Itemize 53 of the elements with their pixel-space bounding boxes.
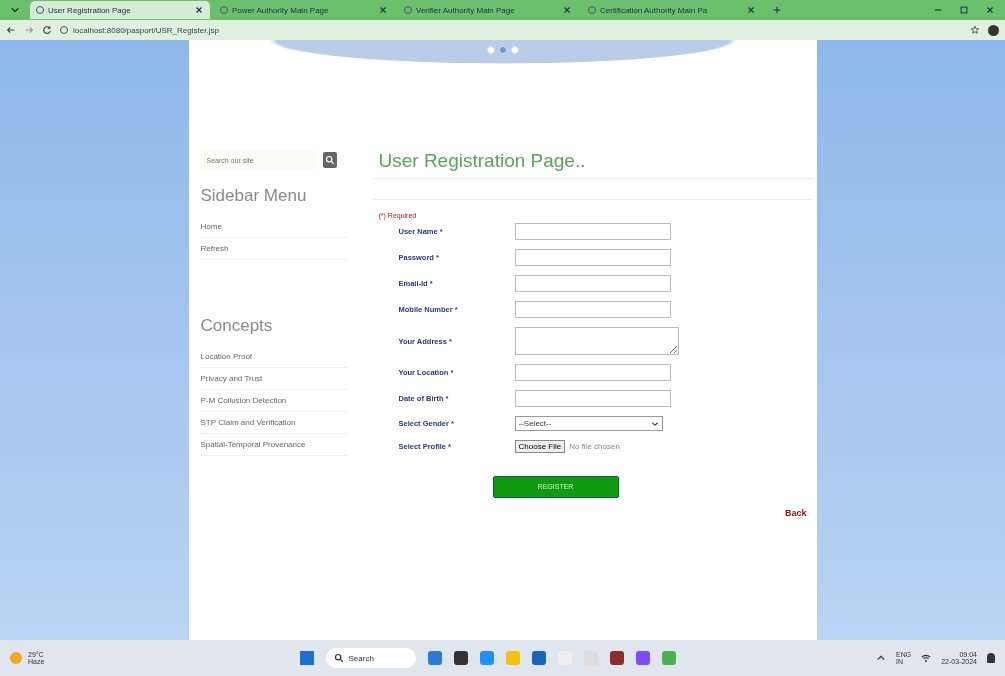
slider-dot-icon[interactable] [486,46,495,54]
tab-list-icon[interactable] [10,5,20,15]
search-icon [333,653,344,663]
sidebar-link[interactable]: STP Claim and Verification [200,412,347,434]
caret-icon [650,419,659,428]
sidebar-link[interactable]: Spatial-Temporal Provenance [200,434,347,456]
close-icon[interactable] [194,5,204,15]
back-icon[interactable] [6,25,16,35]
sidebar-link[interactable]: Home [200,216,347,238]
sidebar-link[interactable]: P-M Collusion Detection [200,390,347,412]
choose-file-button[interactable]: Choose File [514,440,566,453]
close-icon[interactable] [746,5,756,15]
input-field[interactable] [514,223,671,240]
star-icon[interactable] [970,25,980,35]
app-icon[interactable] [453,651,468,665]
maximize-icon[interactable] [959,5,969,15]
forward-icon[interactable] [24,25,34,35]
input-field[interactable] [514,364,671,381]
close-icon[interactable] [562,5,572,15]
sidebar-link[interactable]: Location Proof [200,346,347,368]
input-field[interactable] [514,275,671,292]
input-field[interactable] [514,249,671,266]
browser-tab[interactable]: User Registration Page [30,1,210,19]
profile-icon[interactable] [988,24,999,36]
back-link[interactable]: Back [785,507,807,518]
gender-dropdown[interactable]: --Select-- [514,416,663,431]
search-icon [324,155,335,165]
browser-tab[interactable]: Verifier Authority Main Page [398,1,578,19]
browser-tab[interactable]: Power Authority Main Page [214,1,394,19]
close-icon[interactable] [378,5,388,15]
input-field[interactable] [514,390,671,407]
sidebar-heading: Sidebar Menu [200,186,308,206]
slider-dot-icon[interactable] [498,46,507,54]
start-icon[interactable] [299,651,314,665]
search-button[interactable] [322,152,337,168]
app-icon[interactable] [531,651,546,665]
sidebar-heading: Concepts [200,316,274,336]
close-icon[interactable] [985,5,995,15]
sun-icon [10,652,22,664]
file-status: No file chosen [569,442,620,451]
wifi-icon[interactable] [921,653,932,663]
sidebar-link[interactable]: Privacy and Trust [200,368,347,390]
slider-dot-icon[interactable] [510,46,519,54]
new-tab-icon[interactable] [772,5,782,15]
reload-icon[interactable] [42,25,52,35]
taskbar-search[interactable]: Search [325,648,416,668]
sidebar-link[interactable]: Refresh [200,238,347,260]
chevron-icon[interactable] [876,653,886,663]
browser-tab[interactable]: Certification Authority Main Pa [582,1,762,19]
input-field[interactable] [514,327,679,355]
app-icon[interactable] [609,651,624,665]
input-field[interactable] [514,301,671,318]
page-title: User Registration Page.. [378,150,587,172]
